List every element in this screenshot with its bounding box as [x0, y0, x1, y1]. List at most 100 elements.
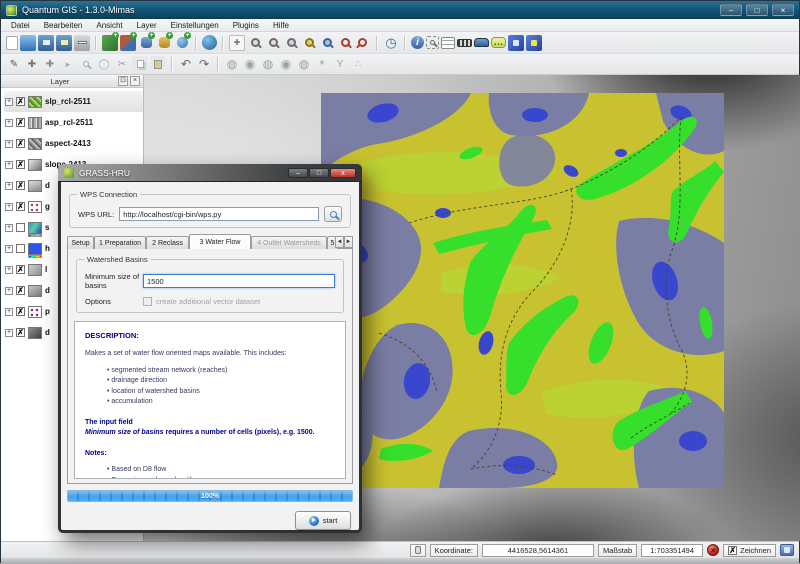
node-tool-icon[interactable]: ∴	[350, 56, 366, 72]
expander-icon[interactable]: +	[5, 119, 13, 127]
tab-water-flow[interactable]: 3 Water Flow	[189, 234, 251, 249]
layer-name[interactable]: l	[45, 265, 47, 274]
delete-ring-icon[interactable]: ◉	[278, 56, 294, 72]
tab-outlet-watersheds[interactable]: 4 Outlet Watersheds	[251, 236, 327, 249]
menu-ansicht[interactable]: Ansicht	[96, 21, 122, 30]
menu-bearbeiten[interactable]: Bearbeiten	[44, 21, 83, 30]
pan-map-icon[interactable]: ✚	[229, 35, 245, 51]
draw-line-icon[interactable]: ✎	[6, 56, 22, 72]
layer-checkbox[interactable]: ✗	[16, 202, 25, 211]
layer-checkbox[interactable]	[16, 223, 25, 232]
map-tips-icon[interactable]: …	[491, 37, 506, 48]
add-vector-layer-icon[interactable]	[102, 35, 118, 51]
move-feature-icon[interactable]: ✚	[24, 56, 40, 72]
layer-name[interactable]: asp_rcl-2511	[45, 118, 93, 127]
min-size-input[interactable]	[143, 274, 335, 288]
layer-name[interactable]: slp_rcl-2511	[45, 97, 91, 106]
layer-name[interactable]: h	[45, 244, 50, 253]
tab-scroll-left-icon[interactable]: ◄	[335, 236, 344, 248]
dialog-minimize-button[interactable]: –	[288, 168, 308, 178]
zoom-in-icon[interactable]	[247, 35, 263, 51]
zoom-to-layer-icon[interactable]	[319, 35, 335, 51]
layer-checkbox[interactable]: ✗	[16, 328, 25, 337]
expander-icon[interactable]: +	[5, 329, 13, 337]
layer-name[interactable]: s	[45, 223, 49, 232]
vector-dataset-checkbox[interactable]	[143, 297, 152, 306]
paste-features-icon[interactable]	[150, 56, 166, 72]
menu-datei[interactable]: Datei	[11, 21, 30, 30]
minimize-button[interactable]: –	[720, 4, 742, 16]
select-cursor-icon[interactable]: ►	[60, 56, 76, 72]
layer-checkbox[interactable]: ✗	[16, 307, 25, 316]
add-island-icon[interactable]: ◍	[260, 56, 276, 72]
expander-icon[interactable]: +	[5, 182, 13, 190]
layer-checkbox[interactable]: ✗	[16, 160, 25, 169]
reshape-features-icon[interactable]: *	[314, 56, 330, 72]
layer-row[interactable]: + ✗ asp_rcl-2511	[4, 112, 143, 133]
expander-icon[interactable]: +	[5, 203, 13, 211]
tab-setup[interactable]: Setup	[67, 236, 94, 249]
expander-icon[interactable]: +	[5, 266, 13, 274]
tab-preparation[interactable]: 1 Preparation	[94, 236, 146, 249]
refresh-clock-icon[interactable]: ◷	[383, 35, 399, 51]
layer-checkbox[interactable]: ✗	[16, 118, 25, 127]
zoom-box-icon[interactable]	[78, 56, 94, 72]
cut-features-icon[interactable]: ✂	[114, 56, 130, 72]
render-toggle[interactable]: ✗ Zeichnen	[723, 544, 776, 557]
layer-checkbox[interactable]: ✗	[16, 97, 25, 106]
tab-scroll-right-icon[interactable]: ►	[344, 236, 353, 248]
measure-line-icon[interactable]	[457, 39, 472, 47]
layer-row[interactable]: + ✗ aspect-2413	[4, 133, 143, 154]
dialog-titlebar[interactable]: GRASS-HRU – □ x	[58, 164, 362, 182]
layer-name[interactable]: aspect-2413	[45, 139, 91, 148]
split-features-icon[interactable]: Y	[332, 56, 348, 72]
attribute-table-icon[interactable]	[441, 37, 455, 49]
expander-icon[interactable]: +	[5, 161, 13, 169]
expander-icon[interactable]: +	[5, 224, 13, 232]
measure-area-icon[interactable]	[474, 38, 489, 47]
close-ring-icon[interactable]: ◯	[96, 56, 112, 72]
zoom-last-icon[interactable]	[337, 35, 353, 51]
redo-icon[interactable]: ↷	[196, 56, 212, 72]
layer-row[interactable]: + ✗ slp_rcl-2511	[4, 91, 143, 112]
save-project-icon[interactable]	[38, 35, 54, 51]
grass-tools-icon[interactable]	[526, 35, 542, 51]
scale-value[interactable]: 1:703351494	[641, 544, 703, 557]
layer-name[interactable]: d	[45, 286, 50, 295]
stop-render-icon[interactable]: ×	[707, 544, 719, 556]
expander-icon[interactable]: +	[5, 287, 13, 295]
panel-float-icon[interactable]: ⊡	[118, 76, 128, 86]
layer-checkbox[interactable]: ✗	[16, 265, 25, 274]
print-composer-icon[interactable]	[74, 35, 90, 51]
projection-icon[interactable]	[780, 544, 794, 556]
dialog-close-button[interactable]: x	[330, 168, 356, 178]
simplify-feature-icon[interactable]: ◍	[224, 56, 240, 72]
copy-features-icon[interactable]	[132, 56, 148, 72]
open-project-icon[interactable]	[20, 35, 36, 51]
coordinate-label[interactable]: Koordinate:	[430, 544, 478, 557]
tab-reclass[interactable]: 2 Reclass	[146, 236, 189, 249]
expander-icon[interactable]: +	[5, 308, 13, 316]
menu-layer[interactable]: Layer	[137, 21, 157, 30]
pan-cross-icon[interactable]: ✚	[42, 56, 58, 72]
identify-features-icon[interactable]: i	[411, 36, 424, 49]
add-postgis-layer-icon[interactable]	[138, 35, 154, 51]
expander-icon[interactable]: +	[5, 140, 13, 148]
menu-hilfe[interactable]: Hilfe	[273, 21, 289, 30]
wps-connect-button[interactable]	[324, 206, 342, 222]
add-raster-layer-icon[interactable]	[120, 35, 136, 51]
maximize-button[interactable]: □	[746, 4, 768, 16]
menu-plugins[interactable]: Plugins	[233, 21, 259, 30]
layer-checkbox[interactable]: ✗	[16, 286, 25, 295]
add-wms-layer-icon[interactable]	[174, 35, 190, 51]
layer-checkbox[interactable]: ✗	[16, 139, 25, 148]
layer-name[interactable]: p	[45, 307, 50, 316]
close-button[interactable]: ×	[772, 4, 794, 16]
layer-name[interactable]: g	[45, 202, 50, 211]
new-project-icon[interactable]	[6, 36, 18, 50]
menu-einstellungen[interactable]: Einstellungen	[171, 21, 219, 30]
start-button[interactable]: start	[295, 511, 351, 530]
select-features-icon[interactable]	[426, 36, 439, 49]
render-checkbox[interactable]: ✗	[728, 546, 737, 555]
layer-name[interactable]: d	[45, 181, 50, 190]
